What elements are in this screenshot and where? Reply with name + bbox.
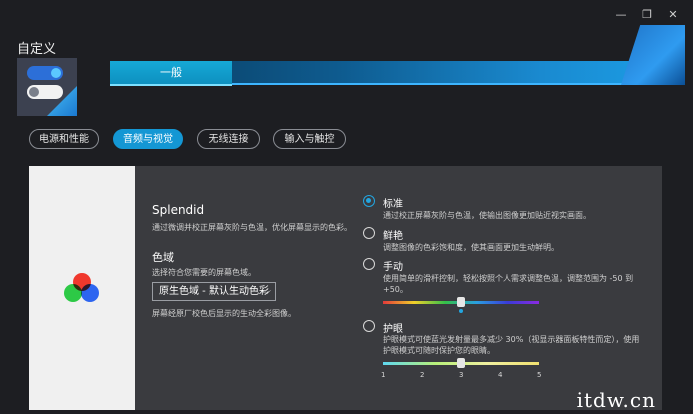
manual-description: 使用简单的滑杆控制，轻松按照个人需求调整色温，调整范围为 -50 到 +50。 bbox=[383, 274, 634, 294]
toggle-off-graphic bbox=[27, 85, 63, 99]
radio-vivid[interactable] bbox=[363, 227, 375, 239]
category-power-performance[interactable]: 电源和性能 bbox=[29, 129, 99, 149]
gamut-select-value: 原生色域 - 默认生动色彩 bbox=[159, 286, 269, 297]
toggle-on-graphic bbox=[27, 66, 63, 80]
eyecare-tick-2: 2 bbox=[420, 371, 425, 379]
eyecare-tick-3: 3 bbox=[459, 371, 464, 379]
eyecare-tick-1: 1 bbox=[381, 371, 386, 379]
splendid-description: 通过微调并校正屏幕灰阶与色温，优化屏幕显示的色彩。 bbox=[152, 223, 352, 232]
manual-slider-thumb[interactable] bbox=[457, 297, 465, 307]
gamut-note: 屏幕经原厂校色后显示的生动全彩图像。 bbox=[152, 309, 296, 318]
category-wireless[interactable]: 无线连接 bbox=[197, 129, 260, 149]
category-input-touch[interactable]: 输入与触控 bbox=[273, 129, 346, 149]
splendid-title: Splendid bbox=[152, 203, 205, 217]
splendid-icon-panel bbox=[29, 166, 135, 410]
standard-description: 通过校正屏幕灰阶与色温，使输出图像更加贴近视实画面。 bbox=[383, 211, 591, 220]
gamut-title: 色域 bbox=[152, 251, 174, 264]
eyecare-label: 护眼 bbox=[383, 324, 403, 335]
category-audio-visual[interactable]: 音频与视觉 bbox=[113, 129, 183, 149]
eyecare-tick-4: 4 bbox=[498, 371, 503, 379]
manual-color-temp-slider[interactable] bbox=[383, 297, 539, 313]
manual-slider-center-dot bbox=[459, 309, 463, 313]
watermark-text: itdw.cn bbox=[576, 388, 656, 412]
splendid-card: Splendid 通过微调并校正屏幕灰阶与色温，优化屏幕显示的色彩。 色域 选择… bbox=[29, 166, 662, 412]
banner-decoration bbox=[621, 25, 685, 85]
rgb-color-icon bbox=[64, 273, 100, 305]
tab-general[interactable]: 一般 bbox=[110, 61, 232, 85]
vivid-label: 鲜艳 bbox=[383, 231, 403, 242]
radio-manual[interactable] bbox=[363, 258, 375, 270]
chevron-down-icon: ⌵ bbox=[263, 286, 271, 297]
restore-icon[interactable]: ❐ bbox=[640, 8, 654, 22]
gamut-description: 选择符合您需要的屏幕色域。 bbox=[152, 268, 256, 277]
tab-underline bbox=[110, 84, 232, 86]
manual-label: 手动 bbox=[383, 262, 403, 273]
standard-label: 标准 bbox=[383, 199, 403, 210]
eyecare-description: 护眼模式可使蓝光发射量最多减少 30%（视显示器面板特性而定），使用护眼模式可随… bbox=[383, 335, 640, 355]
page-title: 自定义 bbox=[17, 42, 57, 57]
vivid-description: 调整图像的色彩饱和度，使其画面更加生动鲜明。 bbox=[383, 243, 559, 252]
minimize-icon[interactable]: — bbox=[614, 8, 628, 22]
radio-standard[interactable] bbox=[363, 195, 375, 207]
close-icon[interactable]: ✕ bbox=[666, 8, 680, 22]
radio-eyecare[interactable] bbox=[363, 320, 375, 332]
customize-app-icon bbox=[17, 58, 77, 116]
eyecare-tick-5: 5 bbox=[537, 371, 542, 379]
eyecare-slider-thumb[interactable] bbox=[457, 358, 465, 368]
gamut-select[interactable]: 原生色域 - 默认生动色彩 ⌵ bbox=[152, 282, 276, 301]
eyecare-level-slider[interactable] bbox=[383, 358, 539, 368]
